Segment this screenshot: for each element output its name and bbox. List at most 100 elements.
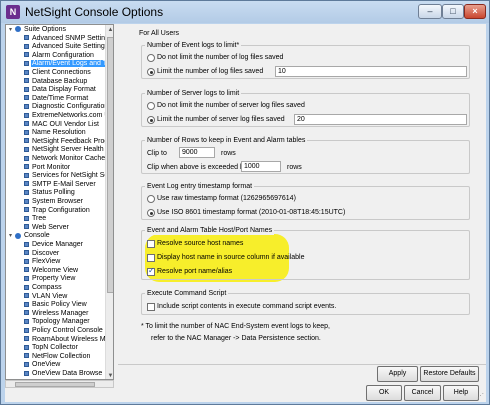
title-bar[interactable]: N NetSight Console Options – □ × — [1, 1, 489, 23]
tree-item[interactable]: Alarm/Event Logs and Tables — [24, 60, 113, 68]
tree-vertical-scrollbar[interactable]: ▲ ▼ — [105, 25, 113, 379]
tree-item[interactable]: Compass — [24, 284, 63, 292]
tree-item[interactable]: NetSight Feedback Program — [24, 138, 113, 146]
tree-item[interactable]: Welcome View — [24, 267, 79, 275]
tree-item[interactable]: VLAN View — [24, 293, 68, 301]
tree-item-label: ExtremeNetworks.com Update — [32, 112, 113, 119]
resize-grip-icon[interactable]: ⋰ — [477, 393, 485, 401]
display-host-checkbox[interactable] — [147, 254, 155, 262]
server-logs-no-limit-label[interactable]: Do not limit the number of server log fi… — [157, 101, 305, 110]
close-button[interactable]: × — [464, 4, 486, 19]
option-page-icon — [24, 198, 29, 204]
option-page-icon — [24, 276, 29, 282]
tree-item-label: SMTP E-Mail Server — [32, 180, 96, 188]
event-logs-no-limit-label[interactable]: Do not limit the number of log files sav… — [157, 53, 283, 62]
event-logs-title: Number of Event logs to limit* — [145, 41, 242, 50]
tree-item[interactable]: MAC OUI Vendor List — [24, 121, 100, 129]
app-icon: N — [6, 5, 20, 19]
include-script-checkbox[interactable] — [147, 303, 155, 311]
tree-item[interactable]: Tree — [24, 215, 47, 223]
tree-item[interactable]: Status Polling — [24, 189, 76, 197]
apply-button[interactable]: Apply — [377, 366, 418, 382]
tree-item[interactable]: Wireless Manager — [24, 310, 89, 318]
timestamp-iso-radio[interactable] — [147, 209, 155, 217]
tree-vscroll-thumb[interactable] — [107, 37, 113, 293]
tree-item[interactable]: Database Backup — [24, 78, 88, 86]
tree-item[interactable]: SMTP E-Mail Server — [24, 181, 97, 189]
tree-item[interactable]: Basic Policy View — [24, 301, 88, 309]
tree-item[interactable]: Data Display Format — [24, 86, 97, 94]
tree-item[interactable]: Port Monitor — [24, 164, 71, 172]
timestamp-iso-label[interactable]: Use ISO 8601 timestamp format (2010-01-0… — [157, 208, 345, 217]
tree-item[interactable]: Services for NetSight Server — [24, 172, 113, 180]
server-logs-limit-input[interactable]: 20 — [294, 114, 467, 125]
cancel-button[interactable]: Cancel — [404, 385, 441, 401]
expand-toggle-icon[interactable]: ▾ — [7, 232, 14, 240]
event-logs-limit-label[interactable]: Limit the number of log files saved — [157, 67, 263, 76]
event-logs-limit-radio[interactable] — [147, 68, 155, 76]
scroll-up-icon[interactable]: ▲ — [106, 25, 113, 35]
server-logs-limit-radio[interactable] — [147, 116, 155, 124]
display-host-label[interactable]: Display host name in source column if av… — [157, 253, 304, 262]
tree-item[interactable]: Diagnostic Configuration — [24, 103, 109, 111]
tree-item[interactable]: OneView — [24, 361, 61, 369]
tree-item-label: Network Monitor Cache — [32, 155, 106, 162]
tree-item[interactable]: Name Resolution — [24, 129, 87, 137]
tree-item-label: Date/Time Format — [32, 94, 89, 102]
tree-item[interactable]: OneView Data Browse — [24, 370, 103, 378]
tree-item[interactable]: Advanced SNMP Settings — [24, 35, 113, 43]
tree-item[interactable]: NetFlow Collection — [24, 353, 91, 361]
timestamp-title: Event Log entry timestamp format — [145, 182, 255, 191]
server-logs-no-limit-radio[interactable] — [147, 102, 155, 110]
tree-item[interactable]: TopN Collector — [24, 344, 79, 352]
ok-button[interactable]: OK — [366, 385, 402, 401]
clip-to-input[interactable]: 9000 — [179, 147, 215, 158]
expand-toggle-icon[interactable]: ▾ — [7, 26, 14, 34]
scroll-down-icon[interactable]: ▼ — [106, 371, 113, 379]
option-page-icon — [24, 301, 29, 307]
option-page-icon — [24, 327, 29, 333]
tree-item[interactable]: RoamAbout Wireless Manager — [24, 336, 113, 344]
tree-item[interactable]: Property View — [24, 275, 76, 283]
event-logs-no-limit-radio[interactable] — [147, 54, 155, 62]
window-title: NetSight Console Options — [25, 5, 164, 19]
option-page-icon — [24, 241, 29, 247]
maximize-button[interactable]: □ — [442, 4, 464, 19]
tree-item[interactable]: Trap Configuration — [24, 207, 91, 215]
tree-hscroll-thumb[interactable] — [15, 382, 95, 387]
include-script-label[interactable]: Include script contents in execute comma… — [157, 302, 336, 311]
resolve-port-checkbox[interactable] — [147, 266, 155, 276]
tree-item[interactable]: Advanced Suite Settings — [24, 43, 109, 51]
event-logs-limit-input[interactable]: 10 — [275, 66, 467, 77]
tree-item[interactable]: Device Manager — [24, 241, 84, 249]
tree-item[interactable]: ExtremeNetworks.com Update — [24, 112, 113, 120]
timestamp-raw-label[interactable]: Use raw timestamp format (1262965697614) — [157, 194, 296, 203]
minimize-button[interactable]: – — [418, 4, 442, 19]
resolve-hosts-checkbox[interactable] — [147, 240, 155, 248]
timestamp-raw-radio[interactable] — [147, 195, 155, 203]
help-button[interactable]: Help — [443, 385, 479, 401]
restore-defaults-button[interactable]: Restore Defaults — [420, 366, 479, 382]
option-page-icon — [24, 370, 29, 376]
tree-item[interactable]: Date/Time Format — [24, 95, 89, 103]
tree-item[interactable]: Policy Control Console — [24, 327, 104, 335]
tree-item[interactable]: NetSight Server Health — [24, 146, 105, 154]
tree-item[interactable]: System Browser — [24, 198, 84, 206]
tree-item-label: Discover — [32, 249, 60, 257]
tree-group-console[interactable]: ▾ Console — [9, 232, 51, 240]
tree-group-suite-options[interactable]: ▾ Suite Options — [9, 26, 67, 34]
tree-item[interactable]: Topology Manager — [24, 318, 91, 326]
server-logs-limit-label[interactable]: Limit the number of server log files sav… — [157, 115, 285, 124]
tree-item[interactable]: FlexView — [24, 258, 61, 266]
tree-horizontal-scrollbar[interactable] — [5, 380, 114, 388]
tree-item[interactable]: Client Connections — [24, 69, 92, 77]
resolve-hosts-label[interactable]: Resolve source host names — [157, 239, 243, 248]
clip-when-input[interactable]: 1000 — [241, 161, 281, 172]
tree-item[interactable]: Discover — [24, 250, 60, 258]
tree-item[interactable]: Alarm Configuration — [24, 52, 95, 60]
resolve-port-label[interactable]: Resolve port name/alias — [157, 267, 232, 276]
option-page-icon — [24, 284, 29, 290]
tree-item-label: OneView Data Browse — [32, 370, 103, 377]
tree-item[interactable]: Network Monitor Cache — [24, 155, 106, 163]
tree-item[interactable]: Web Server — [24, 224, 70, 232]
